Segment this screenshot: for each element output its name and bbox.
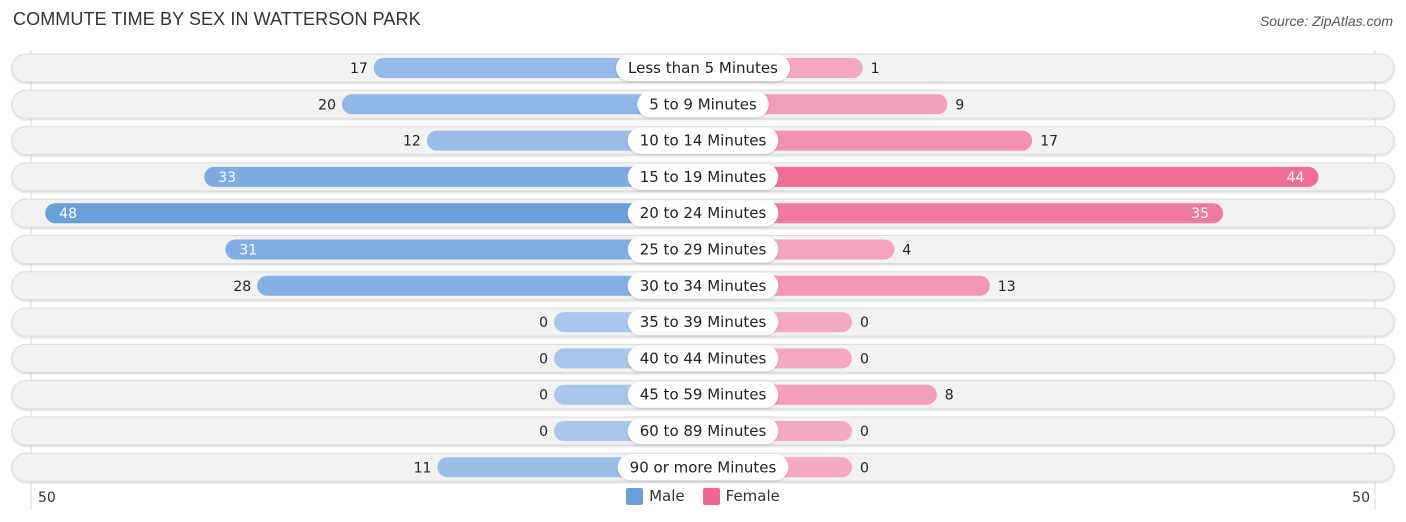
chart-canvas: 17 1 Less than 5 Minutes 20 9 5 to 9 Minutes 1… — [11, 50, 1395, 510]
bar-row: 0 8 45 to 59 Minutes — [11, 380, 1395, 410]
bar-male[interactable] — [45, 203, 703, 224]
bar-female[interactable] — [703, 166, 1319, 187]
value-label-female: 17 — [1040, 134, 1058, 150]
value-label-male: 20 — [318, 97, 336, 113]
value-label-male: 11 — [414, 460, 432, 476]
value-label-male: 0 — [539, 424, 548, 440]
bar-row: 31 4 25 to 29 Minutes — [11, 235, 1395, 264]
legend-swatch-female — [702, 487, 720, 505]
value-label-female: 35 — [1191, 206, 1209, 222]
value-label-male: 48 — [59, 206, 77, 222]
value-label-female: 9 — [955, 97, 964, 113]
value-label-female: 44 — [1287, 170, 1305, 186]
category-label: 5 to 9 Minutes — [649, 95, 757, 113]
legend-label-female: Female — [725, 487, 780, 505]
value-label-female: 1 — [871, 61, 880, 77]
value-label-female: 0 — [860, 315, 869, 331]
legend-item-male[interactable]: Male — [626, 487, 685, 505]
category-label: 10 to 14 Minutes — [640, 132, 767, 150]
bar-row: 0 0 60 to 89 Minutes — [11, 416, 1395, 446]
bar-row: 33 44 15 to 19 Minutes — [11, 162, 1395, 192]
value-label-male: 31 — [239, 243, 257, 259]
category-label: 90 or more Minutes — [630, 458, 777, 476]
category-label: 40 to 44 Minutes — [640, 349, 767, 367]
bar-row: 11 0 90 or more Minutes — [11, 452, 1395, 482]
bar-row: 20 9 5 to 9 Minutes — [11, 89, 1395, 119]
category-label: 60 to 89 Minutes — [640, 422, 767, 440]
category-label: 35 to 39 Minutes — [640, 313, 767, 331]
category-label: 30 to 34 Minutes — [640, 277, 767, 295]
bar-row: 17 1 Less than 5 Minutes — [11, 53, 1395, 83]
value-label-male: 0 — [539, 388, 548, 404]
value-label-female: 4 — [902, 243, 911, 259]
bar-row: 48 35 20 to 24 Minutes — [11, 198, 1395, 228]
value-label-male: 28 — [233, 279, 251, 295]
bar-row: 28 13 30 to 34 Minutes — [11, 271, 1395, 301]
bar-row: 0 0 40 to 44 Minutes — [11, 343, 1395, 373]
category-label: 45 to 59 Minutes — [640, 386, 767, 404]
value-label-male: 0 — [539, 351, 548, 367]
legend-item-female[interactable]: Female — [702, 487, 780, 505]
value-label-female: 13 — [998, 279, 1016, 295]
legend-swatch-male — [626, 487, 644, 505]
category-label: 25 to 29 Minutes — [640, 241, 767, 259]
value-label-female: 0 — [860, 424, 869, 440]
value-label-male: 33 — [218, 170, 236, 186]
value-label-male: 17 — [350, 61, 368, 77]
bar-row: 12 17 10 to 14 Minutes — [11, 126, 1395, 156]
legend: Male Female — [0, 487, 1406, 505]
value-label-female: 8 — [945, 388, 954, 404]
category-label: 15 to 19 Minutes — [640, 168, 767, 186]
value-label-male: 0 — [539, 315, 548, 331]
bar-row: 0 0 35 to 39 Minutes — [11, 307, 1395, 337]
value-label-female: 0 — [860, 460, 869, 476]
bar-female[interactable] — [703, 203, 1223, 224]
value-label-female: 0 — [860, 351, 869, 367]
value-label-male: 12 — [403, 134, 421, 150]
category-label: Less than 5 Minutes — [628, 59, 778, 77]
legend-label-male: Male — [649, 487, 685, 505]
category-label: 20 to 24 Minutes — [640, 204, 767, 222]
